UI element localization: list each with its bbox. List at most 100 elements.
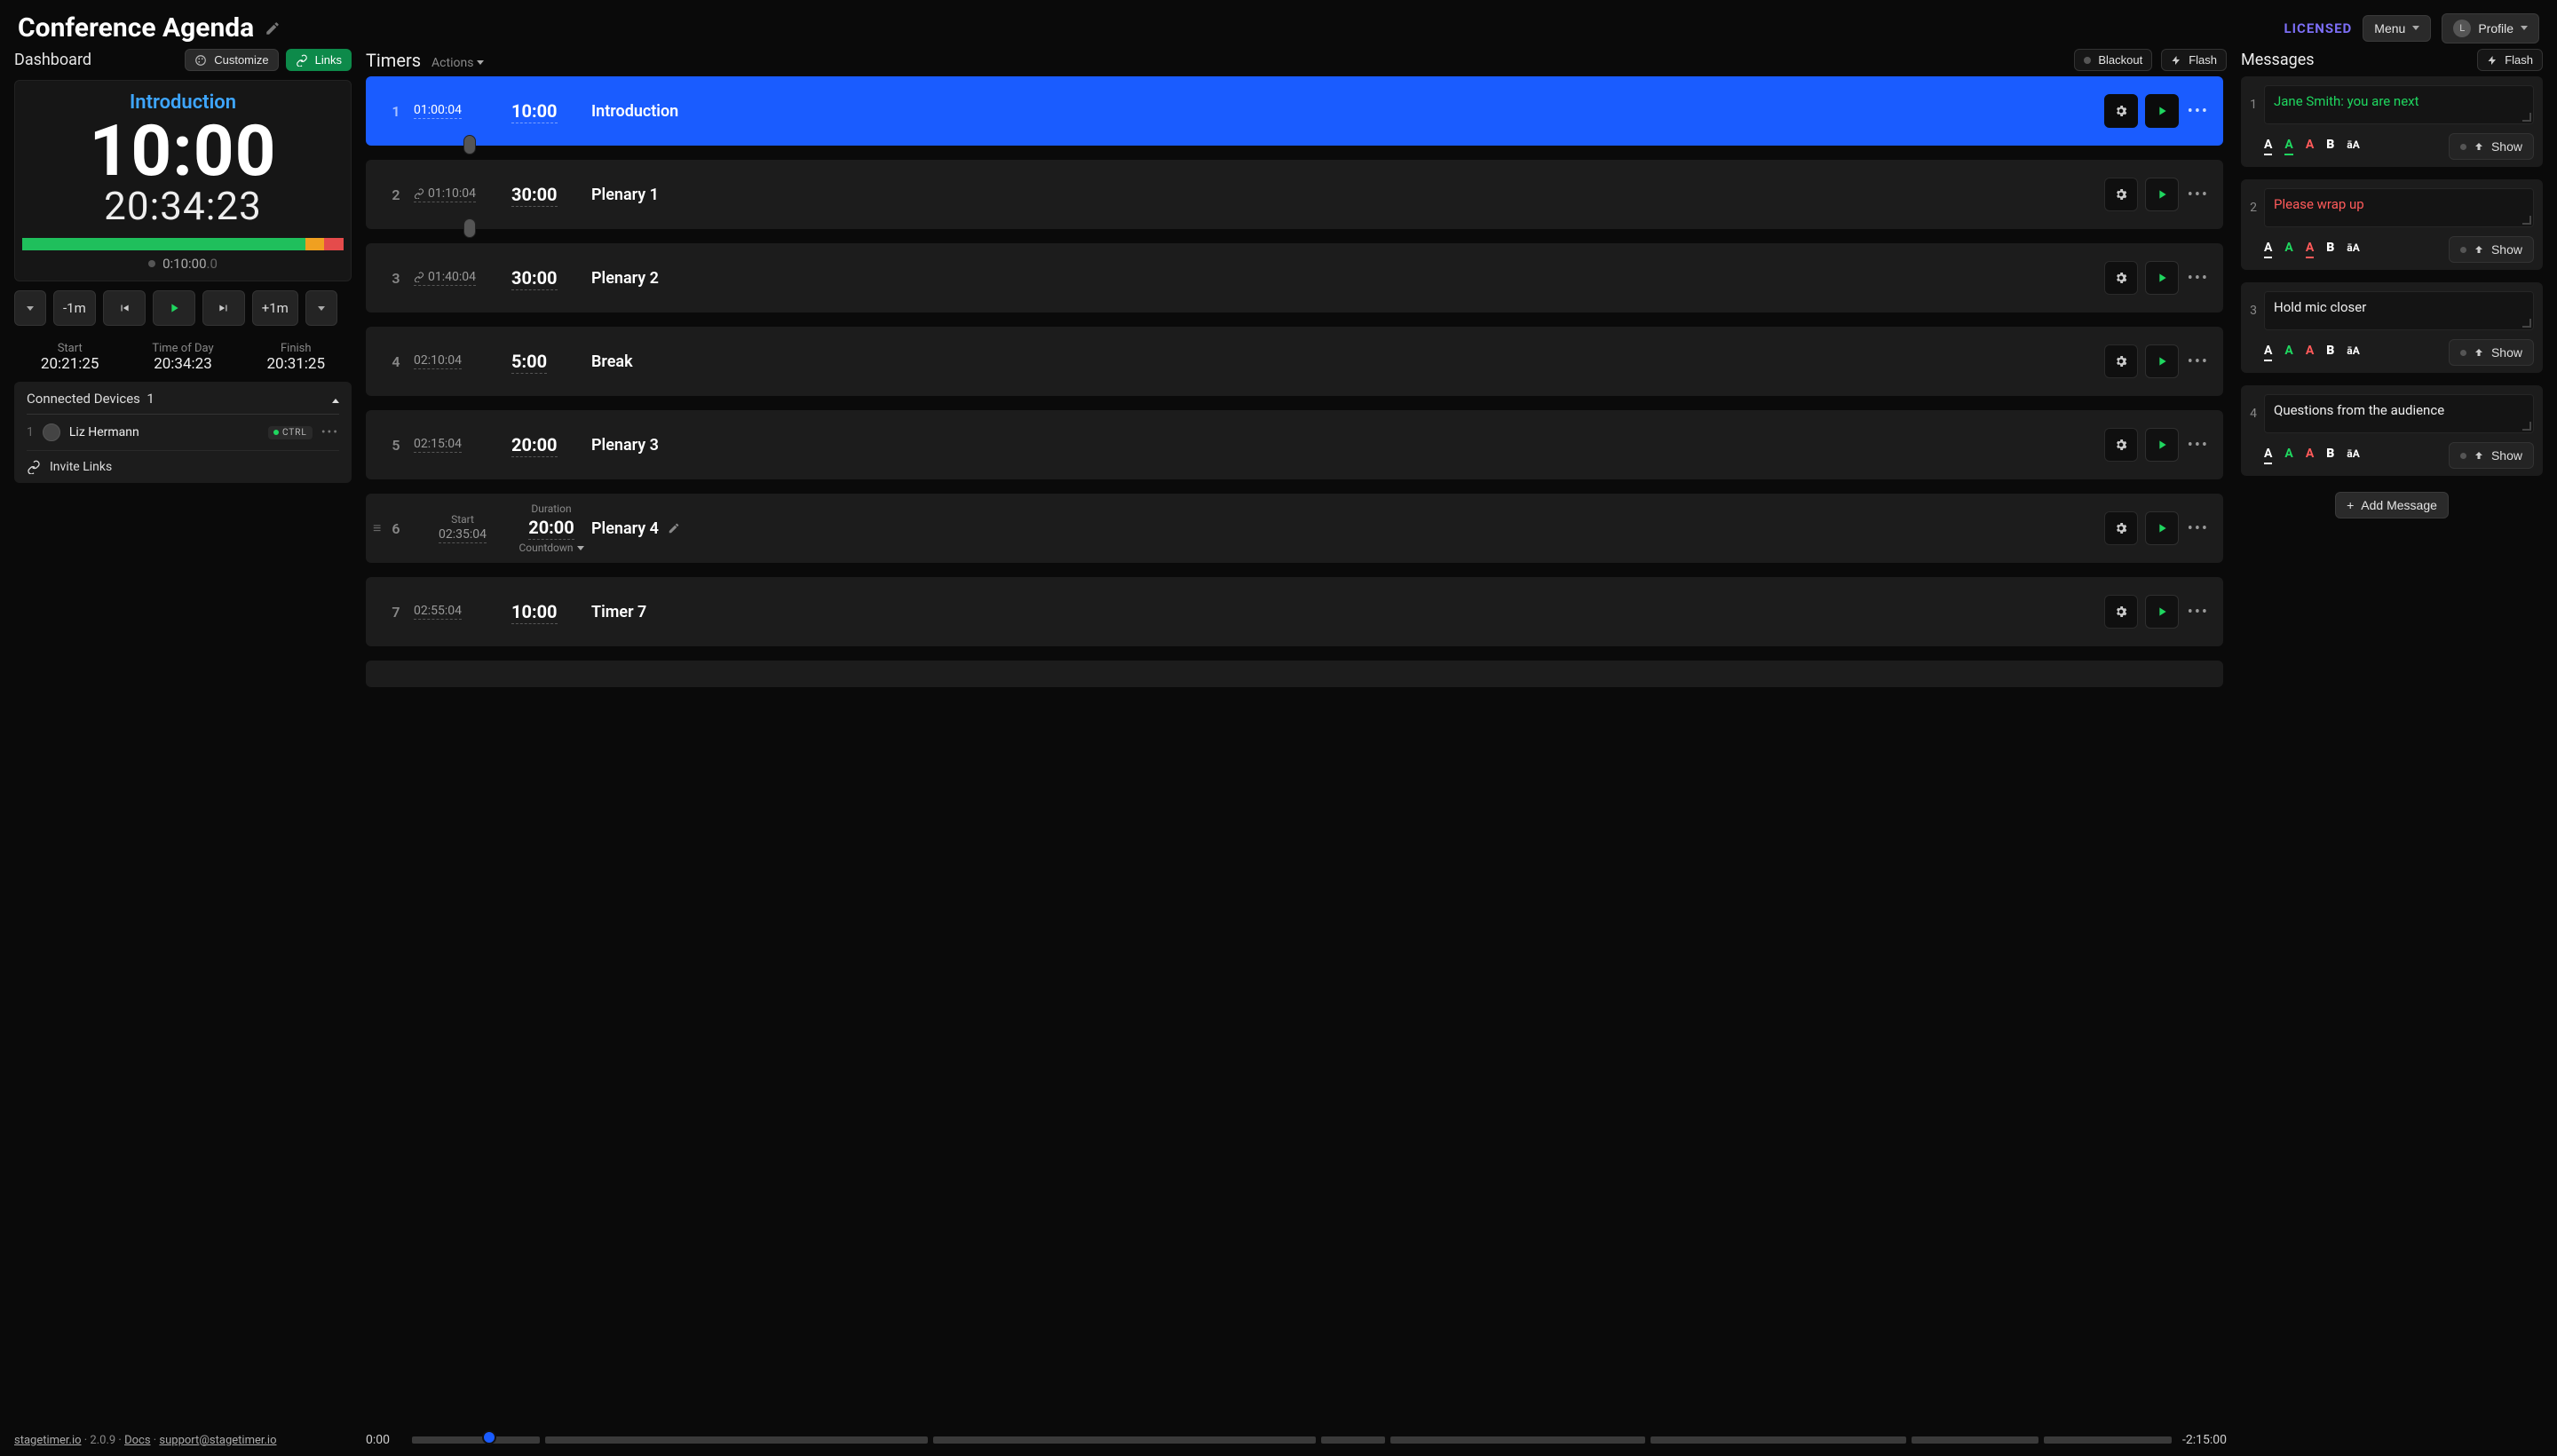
links-button[interactable]: Links [286, 49, 352, 71]
timer-row[interactable]: ≡6Start02:35:04Duration20:00Countdown Pl… [366, 494, 2223, 563]
timer-more-button[interactable]: ••• [2186, 603, 2211, 621]
timer-duration[interactable]: 10:00 [511, 100, 558, 123]
bold-button[interactable]: B [2326, 344, 2334, 361]
show-message-button[interactable]: Show [2449, 339, 2534, 366]
color-w-button[interactable]: A [2264, 447, 2272, 464]
timer-start-time[interactable]: 01:40:04 [414, 270, 476, 286]
color-w-button[interactable]: A [2264, 344, 2272, 361]
color-g-button[interactable]: A [2284, 447, 2292, 464]
timer-row[interactable]: 2 01:10:0430:00Plenary 1••• [366, 160, 2223, 229]
devices-collapse-button[interactable] [332, 391, 339, 407]
flash-timers-button[interactable]: Flash [2161, 49, 2227, 71]
timer-more-button[interactable]: ••• [2186, 436, 2211, 455]
timer-settings-button[interactable] [2104, 511, 2138, 545]
split-handle[interactable] [463, 218, 476, 238]
split-handle[interactable] [463, 135, 476, 154]
color-g-button[interactable]: A [2284, 344, 2292, 361]
timer-more-button[interactable]: ••• [2186, 186, 2211, 204]
bold-button[interactable]: B [2326, 241, 2334, 258]
timer-play-button[interactable] [2145, 94, 2179, 128]
timer-settings-button[interactable] [2104, 94, 2138, 128]
timer-play-button[interactable] [2145, 511, 2179, 545]
timer-play-button[interactable] [2145, 178, 2179, 211]
timer-play-button[interactable] [2145, 595, 2179, 629]
timer-row[interactable]: 3 01:40:0430:00Plenary 2••• [366, 243, 2223, 313]
message-text-input[interactable]: Questions from the audience [2264, 394, 2534, 433]
countdown-mode-button[interactable]: Countdown [519, 542, 583, 554]
color-g-button[interactable]: A [2284, 241, 2292, 258]
timer-row[interactable]: 402:10:045:00Break••• [366, 327, 2223, 396]
flash-messages-button[interactable]: Flash [2477, 49, 2543, 71]
timer-settings-button[interactable] [2104, 178, 2138, 211]
timer-play-button[interactable] [2145, 344, 2179, 378]
timer-start-time[interactable]: 01:10:04 [414, 186, 476, 202]
timer-more-button[interactable]: ••• [2186, 352, 2211, 371]
bold-button[interactable]: B [2326, 447, 2334, 464]
timer-settings-button[interactable] [2104, 428, 2138, 462]
color-w-button[interactable]: A [2264, 241, 2272, 258]
profile-button[interactable]: L Profile [2442, 13, 2539, 44]
color-r-button[interactable]: A [2306, 447, 2314, 464]
customize-button[interactable]: Customize [185, 49, 278, 71]
menu-button[interactable]: Menu [2363, 15, 2431, 42]
case-button[interactable]: āA [2347, 344, 2359, 360]
timer-start-time[interactable]: 02:35:04 [439, 527, 487, 543]
timer-duration[interactable]: 20:00 [511, 434, 558, 457]
show-message-button[interactable]: Show [2449, 236, 2534, 263]
color-r-button[interactable]: A [2306, 241, 2314, 258]
timer-duration[interactable]: 5:00 [511, 351, 547, 374]
support-link[interactable]: support@stagetimer.io [159, 1434, 276, 1447]
timer-name[interactable]: Timer 7 [591, 603, 2086, 621]
prev-button[interactable] [103, 290, 146, 326]
timer-start-time[interactable]: 02:10:04 [414, 353, 462, 369]
docs-link[interactable]: Docs [124, 1434, 150, 1447]
case-button[interactable]: āA [2347, 447, 2359, 463]
timer-start-time[interactable]: 02:55:04 [414, 604, 462, 620]
timer-settings-button[interactable] [2104, 595, 2138, 629]
timer-name[interactable]: Introduction [591, 102, 2086, 121]
add-message-button[interactable]: + Add Message [2335, 492, 2449, 518]
timer-settings-button[interactable] [2104, 261, 2138, 295]
timer-duration[interactable]: 10:00 [511, 601, 558, 624]
device-more-button[interactable]: ••• [321, 425, 339, 439]
timer-name[interactable]: Plenary 3 [591, 436, 2086, 455]
plus-more-button[interactable] [305, 290, 337, 326]
timer-play-button[interactable] [2145, 261, 2179, 295]
blackout-button[interactable]: Blackout [2074, 49, 2152, 71]
show-message-button[interactable]: Show [2449, 442, 2534, 469]
message-text-input[interactable]: Jane Smith: you are next [2264, 85, 2534, 124]
drag-handle-icon[interactable]: ≡ [373, 519, 381, 537]
timer-duration[interactable]: 20:00 [528, 517, 574, 540]
timer-settings-button[interactable] [2104, 344, 2138, 378]
color-r-button[interactable]: A [2306, 138, 2314, 155]
case-button[interactable]: āA [2347, 241, 2359, 257]
play-button[interactable] [153, 290, 195, 326]
timer-name[interactable]: Plenary 4 [591, 519, 2086, 538]
message-text-input[interactable]: Please wrap up [2264, 188, 2534, 227]
timer-more-button[interactable]: ••• [2186, 519, 2211, 538]
timer-name[interactable]: Break [591, 352, 2086, 371]
timer-duration[interactable]: 30:00 [511, 184, 558, 207]
edit-title-icon[interactable] [265, 20, 281, 36]
timer-start-time[interactable]: 02:15:04 [414, 437, 462, 453]
minus-1m-button[interactable]: -1m [53, 290, 96, 326]
site-link[interactable]: stagetimer.io [14, 1434, 82, 1447]
timers-actions-button[interactable]: Actions [431, 56, 484, 70]
message-text-input[interactable]: Hold mic closer [2264, 291, 2534, 330]
color-w-button[interactable]: A [2264, 138, 2272, 155]
timeline[interactable]: 0:00 -2:15:00 [366, 1433, 2227, 1447]
edit-name-icon[interactable] [668, 522, 680, 534]
timer-duration[interactable]: 30:00 [511, 267, 558, 290]
timer-name[interactable]: Plenary 1 [591, 186, 2086, 204]
timer-more-button[interactable]: ••• [2186, 102, 2211, 121]
timer-row[interactable]: 502:15:0420:00Plenary 3••• [366, 410, 2223, 479]
minus-more-button[interactable] [14, 290, 46, 326]
next-button[interactable] [202, 290, 245, 326]
timer-name[interactable]: Plenary 2 [591, 269, 2086, 288]
case-button[interactable]: āA [2347, 138, 2359, 154]
timer-start-time[interactable]: 01:00:04 [414, 103, 462, 119]
plus-1m-button[interactable]: +1m [252, 290, 298, 326]
invite-links-button[interactable]: Invite Links [27, 451, 339, 474]
color-g-button[interactable]: A [2284, 138, 2292, 155]
timer-play-button[interactable] [2145, 428, 2179, 462]
